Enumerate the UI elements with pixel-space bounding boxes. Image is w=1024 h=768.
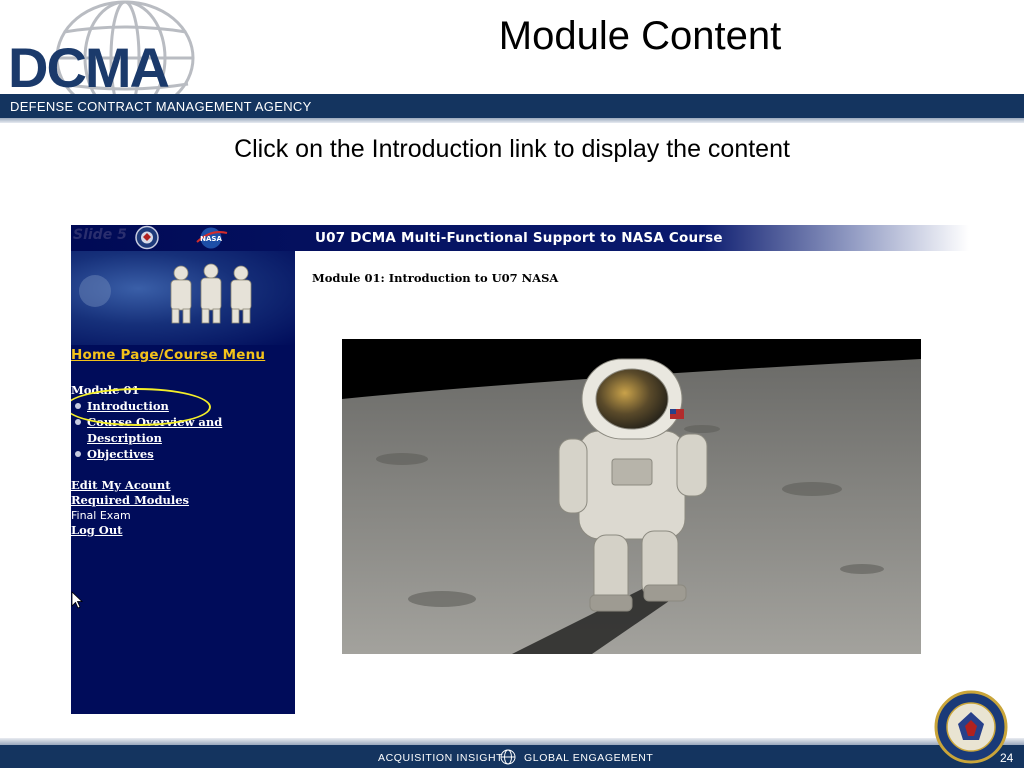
instruction-text: Click on the Introduction link to displa…	[234, 135, 790, 163]
agency-bar-stripe	[0, 118, 1024, 123]
edit-account-link[interactable]: Edit My Acount	[71, 478, 171, 492]
dcma-logo: DCMA	[0, 0, 240, 98]
nasa-logo-text: NASA	[200, 235, 222, 243]
course-sidebar: Home Page/Course Menu Module 01 Introduc…	[71, 251, 295, 714]
nasa-logo-icon: NASA	[196, 227, 228, 249]
astronaut-crew-image	[71, 251, 295, 345]
log-out-link[interactable]: Log Out	[71, 523, 123, 537]
logo-wordmark: DCMA	[8, 36, 170, 99]
account-link-row[interactable]: Required Modules	[71, 493, 295, 508]
course-title: U07 DCMA Multi-Functional Support to NAS…	[315, 230, 723, 246]
footer-stripe	[0, 738, 1024, 745]
slide-title: Module Content	[498, 14, 782, 58]
globe-icon	[500, 749, 516, 765]
footer-text-left: ACQUISITION INSIGHT	[378, 752, 504, 764]
dcma-seal-icon	[135, 225, 159, 250]
course-content: Module 01: Introduction to U07 NASA	[295, 251, 969, 714]
page-number: 24	[1000, 751, 1014, 765]
course-screenshot: Slide 5 NASA U07 DCMA Multi-Functional S…	[71, 225, 969, 714]
nav-item-objectives[interactable]: Objectives	[71, 446, 295, 462]
cursor-arrow-icon	[71, 591, 84, 609]
required-modules-link[interactable]: Required Modules	[71, 493, 189, 507]
highlight-ring	[71, 388, 211, 426]
bullet-icon	[75, 419, 81, 425]
bullet-icon	[75, 451, 81, 457]
department-of-defense-seal-icon	[934, 690, 1008, 764]
nav-link-objectives[interactable]: Objectives	[87, 447, 154, 461]
account-link-row[interactable]: Edit My Acount	[71, 478, 295, 493]
footer-text-right: GLOBAL ENGAGEMENT	[524, 752, 654, 764]
account-link-row[interactable]: Log Out	[71, 523, 295, 538]
astronaut-on-moon-image	[342, 339, 921, 654]
agency-name: DEFENSE CONTRACT MANAGEMENT AGENCY	[10, 99, 312, 114]
final-exam-label: Final Exam	[71, 509, 131, 522]
content-module-heading: Module 01: Introduction to U07 NASA	[312, 271, 559, 285]
home-course-menu-link[interactable]: Home Page/Course Menu	[71, 347, 265, 363]
slide-label: Slide 5	[73, 227, 127, 243]
